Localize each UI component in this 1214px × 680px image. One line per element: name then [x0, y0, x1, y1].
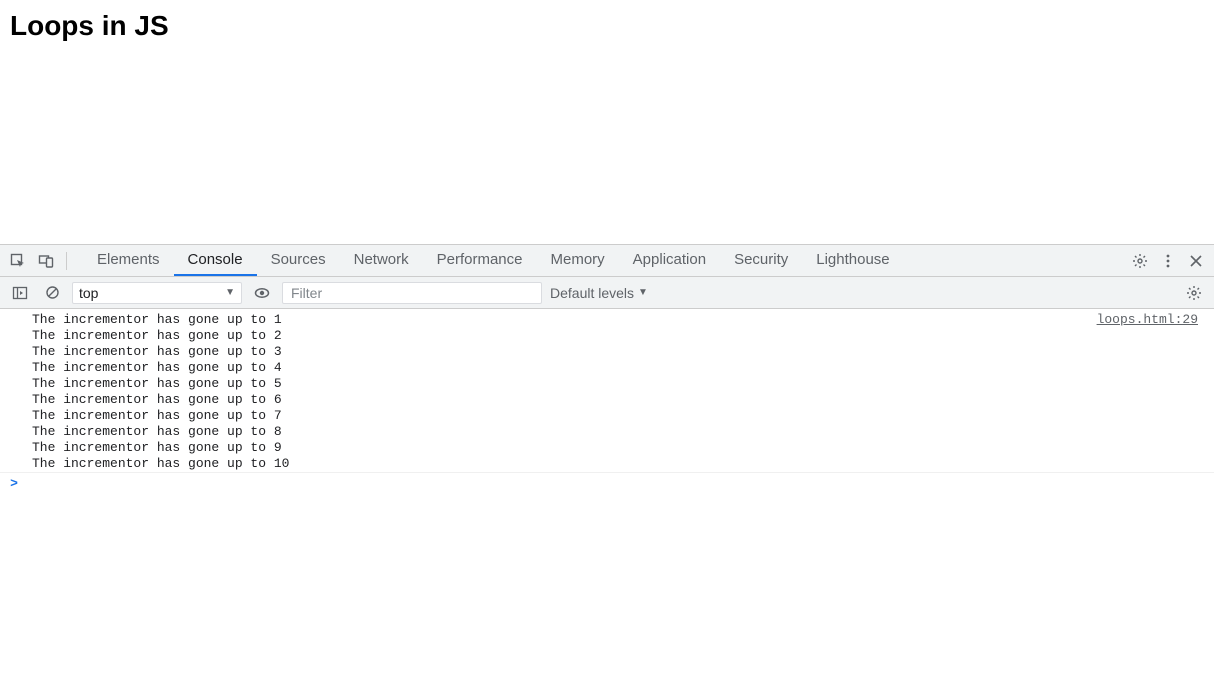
console-output[interactable]: The incrementor has gone up to 1The incr…	[0, 309, 1214, 680]
tab-memory[interactable]: Memory	[537, 245, 619, 276]
console-log-entry: The incrementor has gone up to 1The incr…	[0, 309, 1214, 473]
tab-network[interactable]: Network	[340, 245, 423, 276]
log-line: The incrementor has gone up to 6	[32, 392, 1097, 408]
log-line: The incrementor has gone up to 4	[32, 360, 1097, 376]
toolbar-right-icons	[1182, 281, 1206, 305]
tab-sources[interactable]: Sources	[257, 245, 340, 276]
log-message-lines: The incrementor has gone up to 1The incr…	[28, 312, 1097, 472]
log-line: The incrementor has gone up to 1	[32, 312, 1097, 328]
console-settings-icon[interactable]	[1182, 281, 1206, 305]
log-line: The incrementor has gone up to 10	[32, 456, 1097, 472]
devtools-tabbar: Elements Console Sources Network Perform…	[0, 245, 1214, 277]
log-line: The incrementor has gone up to 3	[32, 344, 1097, 360]
clear-console-icon[interactable]	[40, 281, 64, 305]
settings-icon[interactable]	[1128, 249, 1152, 273]
log-gutter	[0, 312, 28, 472]
prompt-chevron-icon: >	[0, 476, 28, 492]
log-line: The incrementor has gone up to 7	[32, 408, 1097, 424]
tab-security[interactable]: Security	[720, 245, 802, 276]
more-menu-icon[interactable]	[1156, 249, 1180, 273]
tab-performance[interactable]: Performance	[423, 245, 537, 276]
page-heading: Loops in JS	[10, 10, 1204, 42]
execution-context-select[interactable]: top ▼	[72, 282, 242, 304]
tabbar-right-icons	[1128, 249, 1208, 273]
log-line: The incrementor has gone up to 9	[32, 440, 1097, 456]
close-devtools-icon[interactable]	[1184, 249, 1208, 273]
devtools-tabs: Elements Console Sources Network Perform…	[83, 245, 904, 276]
log-line: The incrementor has gone up to 2	[32, 328, 1097, 344]
log-source-link[interactable]: loops.html:29	[1097, 312, 1214, 328]
chevron-down-icon: ▼	[225, 287, 235, 298]
chevron-down-icon: ▼	[638, 287, 648, 298]
toggle-sidebar-icon[interactable]	[8, 281, 32, 305]
log-line: The incrementor has gone up to 5	[32, 376, 1097, 392]
filter-input[interactable]	[282, 282, 542, 304]
live-expression-icon[interactable]	[250, 281, 274, 305]
inspect-element-icon[interactable]	[6, 249, 30, 273]
page-viewport: Loops in JS	[0, 0, 1214, 244]
console-prompt[interactable]: >	[0, 473, 1214, 495]
tab-console[interactable]: Console	[174, 245, 257, 276]
tab-application[interactable]: Application	[619, 245, 720, 276]
log-levels-dropdown[interactable]: Default levels ▼	[550, 285, 648, 301]
devtools-panel: Elements Console Sources Network Perform…	[0, 244, 1214, 680]
context-label: top	[79, 285, 98, 301]
levels-label: Default levels	[550, 285, 634, 301]
tab-elements[interactable]: Elements	[83, 245, 174, 276]
divider	[66, 252, 67, 270]
log-line: The incrementor has gone up to 8	[32, 424, 1097, 440]
device-toolbar-icon[interactable]	[34, 249, 58, 273]
tab-lighthouse[interactable]: Lighthouse	[802, 245, 903, 276]
console-toolbar: top ▼ Default levels ▼	[0, 277, 1214, 309]
